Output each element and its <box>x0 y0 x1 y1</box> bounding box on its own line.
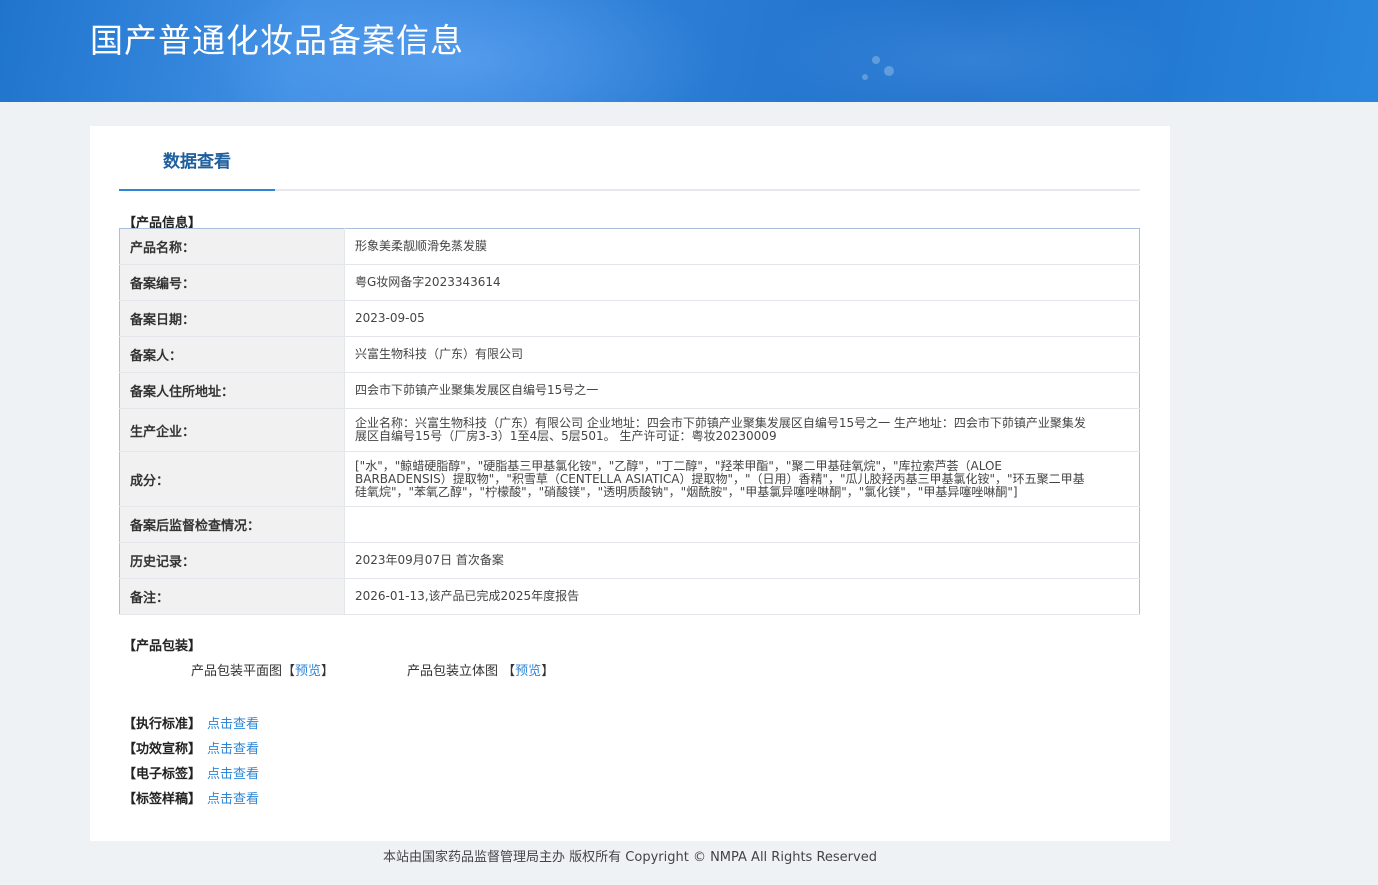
content-card: 数据查看 【产品信息】 产品名称： 形象美柔靓顺滑免蒸发膜 备案编号： 粤G妆网… <box>90 126 1170 841</box>
doc-label: 【标签样稿】 <box>123 792 202 807</box>
bracket-close: 】 <box>541 664 555 679</box>
field-value: 兴富生物科技（广东）有限公司 <box>344 336 1140 373</box>
packaging-heading: 【产品包装】 <box>123 639 202 654</box>
table-row: 产品名称： 形象美柔靓顺滑免蒸发膜 <box>119 228 1140 265</box>
tab-data-view[interactable]: 数据查看 <box>119 126 275 191</box>
table-row: 备案编号： 粤G妆网备字2023343614 <box>119 264 1140 301</box>
field-value: 形象美柔靓顺滑免蒸发膜 <box>344 228 1140 265</box>
field-value: 企业名称：兴富生物科技（广东）有限公司 企业地址：四会市下茆镇产业聚集发展区自编… <box>344 408 1140 452</box>
view-standard-link[interactable]: 点击查看 <box>207 717 259 732</box>
field-label: 备案日期： <box>119 300 345 337</box>
table-row: 备案人住所地址： 四会市下茆镇产业聚集发展区自编号15号之一 <box>119 372 1140 409</box>
field-label: 历史记录： <box>119 542 345 579</box>
doc-row-standard: 【执行标准】 点击查看 <box>123 713 259 732</box>
bracket-open: 【 <box>282 664 296 679</box>
packaging-flat-label: 产品包装平面图 <box>191 664 283 679</box>
doc-label: 【电子标签】 <box>123 767 202 782</box>
table-row: 生产企业： 企业名称：兴富生物科技（广东）有限公司 企业地址：四会市下茆镇产业聚… <box>119 408 1140 452</box>
field-value <box>344 506 1140 543</box>
field-value: 2023-09-05 <box>344 300 1140 337</box>
banner-decoration <box>862 74 868 80</box>
doc-row-efficacy: 【功效宣称】 点击查看 <box>123 738 259 757</box>
packaging-solid-row: 产品包装立体图 【预览】 <box>407 660 554 679</box>
banner-glow <box>760 0 1180 102</box>
field-label: 备案编号： <box>119 264 345 301</box>
doc-label: 【功效宣称】 <box>123 742 202 757</box>
table-row: 备案后监督检查情况： <box>119 506 1140 543</box>
field-label: 成分： <box>119 451 345 507</box>
bracket-close: 】 <box>321 664 335 679</box>
field-value: 粤G妆网备字2023343614 <box>344 264 1140 301</box>
field-label: 备案后监督检查情况： <box>119 506 345 543</box>
packaging-solid-label: 产品包装立体图 <box>407 664 499 679</box>
product-info-table: 产品名称： 形象美柔靓顺滑免蒸发膜 备案编号： 粤G妆网备字2023343614… <box>119 228 1140 615</box>
page-banner: 国产普通化妆品备案信息 <box>0 0 1378 102</box>
banner-decoration <box>884 66 894 76</box>
field-label: 备案人住所地址： <box>119 372 345 409</box>
view-efficacy-link[interactable]: 点击查看 <box>207 742 259 757</box>
tab-bar: 数据查看 <box>119 126 1140 191</box>
view-e-label-link[interactable]: 点击查看 <box>207 767 259 782</box>
field-label: 备注： <box>119 578 345 615</box>
field-label: 生产企业： <box>119 408 345 452</box>
table-row: 备注： 2026-01-13,该产品已完成2025年度报告 <box>119 578 1140 615</box>
bracket-open: 【 <box>502 664 516 679</box>
field-label: 产品名称： <box>119 228 345 265</box>
field-label: 备案人： <box>119 336 345 373</box>
field-value: ["水"，"鲸蜡硬脂醇"，"硬脂基三甲基氯化铵"，"乙醇"，"丁二醇"，"羟苯甲… <box>344 451 1140 507</box>
banner-decoration <box>872 56 880 64</box>
preview-flat-link[interactable]: 预览 <box>295 664 321 679</box>
table-row: 备案日期： 2023-09-05 <box>119 300 1140 337</box>
view-label-sample-link[interactable]: 点击查看 <box>207 792 259 807</box>
doc-label: 【执行标准】 <box>123 717 202 732</box>
table-row: 历史记录： 2023年09月07日 首次备案 <box>119 542 1140 579</box>
doc-row-e-label: 【电子标签】 点击查看 <box>123 763 259 782</box>
field-value: 2026-01-13,该产品已完成2025年度报告 <box>344 578 1140 615</box>
preview-solid-link[interactable]: 预览 <box>515 664 541 679</box>
doc-row-label-sample: 【标签样稿】 点击查看 <box>123 788 259 807</box>
field-value: 四会市下茆镇产业聚集发展区自编号15号之一 <box>344 372 1140 409</box>
page-title: 国产普通化妆品备案信息 <box>90 21 464 60</box>
table-row: 备案人： 兴富生物科技（广东）有限公司 <box>119 336 1140 373</box>
packaging-flat-row: 产品包装平面图【预览】 <box>191 660 334 679</box>
table-row: 成分： ["水"，"鲸蜡硬脂醇"，"硬脂基三甲基氯化铵"，"乙醇"，"丁二醇"，… <box>119 451 1140 507</box>
field-value: 2023年09月07日 首次备案 <box>344 542 1140 579</box>
page-footer: 本站由国家药品监督管理局主办 版权所有 Copyright © NMPA All… <box>383 850 877 865</box>
